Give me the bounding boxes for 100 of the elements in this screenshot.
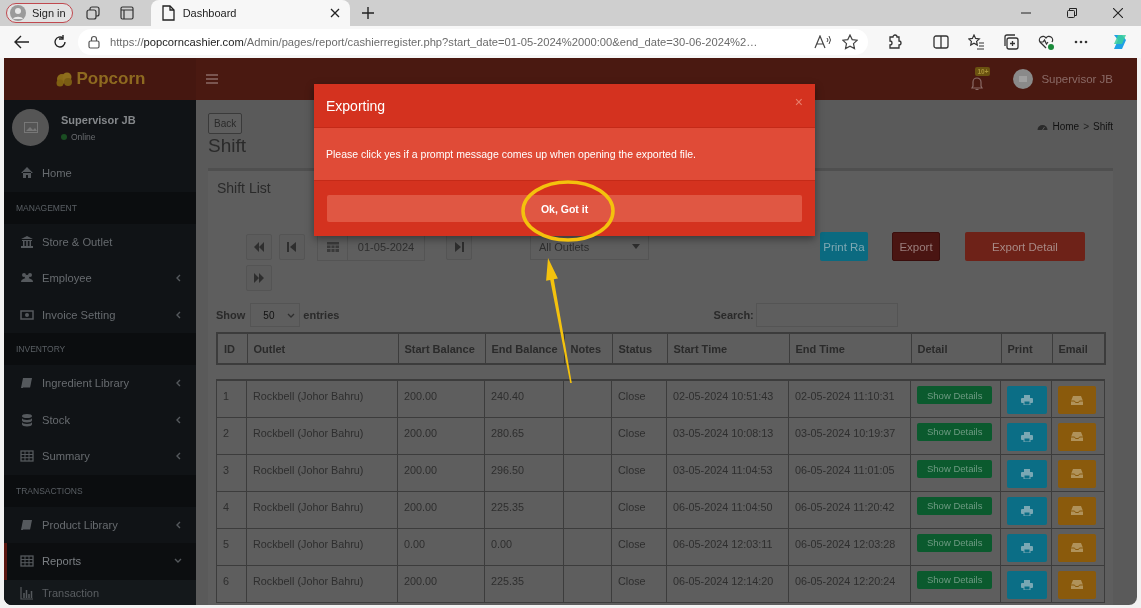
modal-message: Please click yes if a prompt message comes up when opening the exported file. [326, 148, 697, 160]
printer-icon [1021, 395, 1033, 405]
print-button[interactable] [1007, 386, 1047, 414]
skip-forward-icon [453, 240, 465, 253]
inbox-button[interactable] [1058, 386, 1096, 414]
print-button[interactable] [1007, 570, 1047, 599]
show-details-button[interactable]: Show Details [917, 386, 993, 404]
export-button[interactable]: Export [892, 232, 940, 261]
banknote-icon [20, 307, 34, 322]
caret-icon [632, 244, 640, 249]
breadcrumb-current: Shift [1093, 121, 1113, 132]
extensions-icon [886, 34, 902, 50]
avatar-icon [10, 5, 26, 21]
status-label: Online [71, 131, 96, 142]
sidebar-item[interactable]: Reports [4, 543, 196, 580]
show-details-button[interactable]: Show Details [917, 422, 993, 441]
user-name: Supervisor JB [61, 113, 136, 126]
inbox-icon [1071, 506, 1083, 515]
collections-icon [1003, 34, 1019, 50]
section-header: TRANSACTIONS [4, 474, 196, 507]
workspaces-icon [85, 6, 100, 20]
sidebar-item[interactable]: Stock [4, 401, 196, 438]
print-button[interactable] [1007, 459, 1047, 488]
rewind-button[interactable] [246, 233, 272, 260]
restore-icon [1067, 8, 1077, 18]
sidebar-item[interactable]: Ingredient Library [4, 365, 196, 402]
close-button[interactable]: × [794, 93, 803, 110]
chevron-down-icon [287, 312, 296, 318]
export-detail-button[interactable]: Export Detail [965, 232, 1085, 261]
plus-icon [360, 6, 375, 20]
inbox-icon [1071, 543, 1083, 552]
sidebar-item[interactable]: Invoice Setting [4, 296, 196, 333]
printer-icon [1021, 431, 1033, 442]
show-details-button[interactable]: Show Details [917, 570, 993, 589]
table-icon [20, 554, 34, 569]
show-details-button[interactable]: Show Details [917, 459, 993, 478]
printer-icon [1021, 468, 1033, 479]
heart-pulse-icon [1038, 34, 1054, 50]
close-icon [329, 8, 340, 18]
popcorn-icon [54, 70, 75, 88]
printer-icon [1021, 505, 1033, 516]
inbox-icon [1071, 395, 1083, 405]
sign-in-button[interactable]: Sign in [6, 3, 73, 23]
inbox-button[interactable] [1058, 459, 1096, 488]
submenu-item[interactable]: Transaction [4, 579, 196, 605]
user-name[interactable]: Supervisor JB [1041, 73, 1113, 85]
confirm-button[interactable]: Ok, Got it [327, 195, 802, 222]
bell-icon [971, 77, 984, 91]
bar-chart-icon [20, 586, 34, 600]
table-icon [20, 449, 34, 464]
inbox-button[interactable] [1058, 496, 1096, 525]
inbox-icon [1071, 432, 1083, 441]
home-icon [20, 166, 34, 181]
document-icon [160, 5, 175, 21]
skip-back-icon [286, 240, 298, 253]
back-arrow-icon [14, 35, 30, 49]
sidebar-item[interactable]: Home [4, 155, 196, 192]
section-header: MANAGEMENT [4, 191, 196, 224]
print-button[interactable] [1007, 422, 1047, 451]
printer-icon [1021, 579, 1033, 590]
inbox-button[interactable] [1058, 422, 1096, 451]
menu-icon [206, 74, 218, 84]
inbox-button[interactable] [1058, 570, 1096, 599]
show-details-button[interactable]: Show Details [917, 496, 993, 515]
star-icon [842, 34, 858, 50]
database-icon [20, 412, 34, 427]
calendar-icon [326, 241, 339, 252]
modal-title: Exporting [326, 97, 387, 114]
bank-icon [20, 234, 34, 249]
print-button[interactable]: Print Ra [820, 232, 868, 261]
print-button[interactable] [1007, 496, 1047, 525]
sidebar-item[interactable]: Employee [4, 260, 196, 297]
refresh-icon [53, 35, 67, 49]
breadcrumb-link[interactable]: Home [1052, 121, 1080, 132]
address-bar[interactable]: https://popcorncashier.com/Admin/pages/report/cashierregister.php?start_date=01-05-2024%2000:00&end_date=30-06-2024%2… [78, 29, 868, 55]
sidebar-item[interactable]: Summary [4, 438, 196, 475]
lock-icon [88, 35, 100, 49]
inbox-icon [1071, 469, 1083, 478]
separator-text: > [1083, 121, 1089, 132]
sidebar-item[interactable]: Product Library [4, 506, 196, 543]
page-size-dropdown[interactable]: 50 [250, 303, 301, 327]
skip-back-button[interactable] [279, 233, 305, 260]
window-icon [119, 6, 134, 20]
inbox-icon [1071, 580, 1083, 589]
sidebar-item[interactable]: Store & Outlet [4, 223, 196, 260]
inbox-button[interactable] [1058, 533, 1096, 562]
read-aloud-icon [814, 35, 832, 49]
browser-tab[interactable]: Dashboard [150, 0, 350, 26]
status-dot [61, 133, 67, 140]
close-icon [1113, 8, 1123, 18]
section-header: INVENTORY [4, 333, 196, 365]
favorites-icon [968, 34, 984, 50]
show-details-button[interactable]: Show Details [917, 533, 993, 552]
fast-forward-button[interactable] [246, 265, 272, 291]
app-logo: Popcorn [4, 58, 196, 100]
printer-icon [1021, 542, 1033, 553]
print-button[interactable] [1007, 533, 1047, 562]
rewind-icon [253, 240, 265, 253]
fast-forward-icon [253, 272, 265, 284]
split-screen-icon [933, 34, 949, 50]
